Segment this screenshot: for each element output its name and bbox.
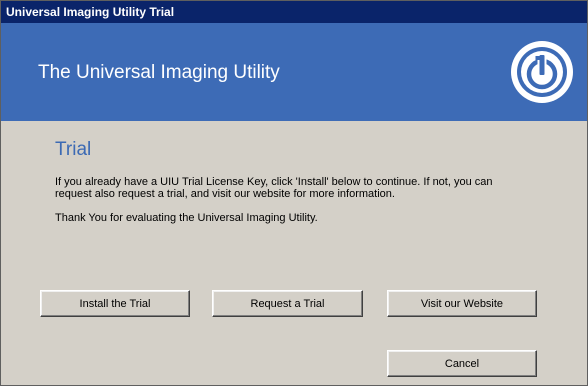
thanks-text: Thank You for evaluating the Universal I… (55, 212, 318, 224)
power-button-icon (511, 41, 573, 103)
dialog-window: Universal Imaging Utility Trial The Univ… (0, 0, 588, 386)
banner-title: The Universal Imaging Utility (38, 62, 280, 83)
visit-website-button[interactable]: Visit our Website (387, 290, 537, 317)
cancel-button[interactable]: Cancel (387, 350, 537, 377)
request-trial-button[interactable]: Request a Trial (212, 290, 363, 317)
page-heading: Trial (55, 139, 92, 160)
instructions-text: If you already have a UIU Trial License … (55, 176, 493, 200)
install-trial-button[interactable]: Install the Trial (40, 290, 190, 317)
window-title: Universal Imaging Utility Trial (6, 5, 175, 19)
header-banner: The Universal Imaging Utility (1, 23, 587, 121)
title-bar[interactable]: Universal Imaging Utility Trial (1, 1, 587, 23)
